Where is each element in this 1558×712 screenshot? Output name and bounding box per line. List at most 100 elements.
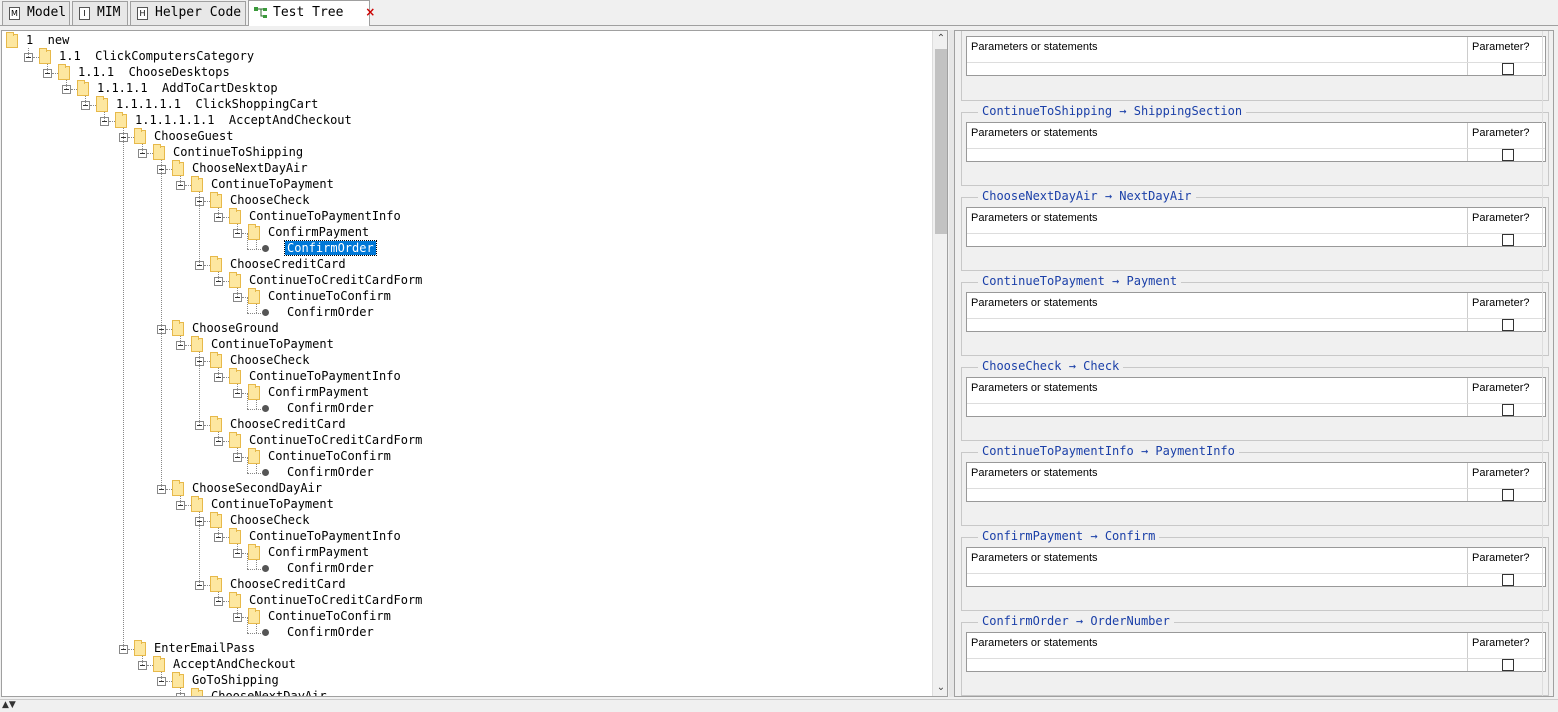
- tree-folder-node[interactable]: AcceptAndCheckout: [2, 656, 922, 672]
- tree-node-label[interactable]: AcceptAndCheckout: [171, 657, 298, 671]
- close-icon[interactable]: ×: [365, 5, 375, 19]
- tree-node-label[interactable]: ChooseCreditCard: [228, 417, 348, 431]
- tree-node-label[interactable]: ConfirmPayment: [266, 545, 371, 559]
- parameters-table[interactable]: Parameters or statements Parameter?: [966, 632, 1546, 672]
- parameters-table[interactable]: Parameters or statements Parameter?: [966, 36, 1546, 76]
- tree-node-label[interactable]: ConfirmOrder: [285, 625, 376, 639]
- tree-folder-node[interactable]: ChooseGuest: [2, 128, 922, 144]
- parameter-checkbox[interactable]: [1502, 489, 1514, 501]
- tree-node-label[interactable]: ChooseCheck: [228, 513, 311, 527]
- tree-folder-node[interactable]: ContinueToCreditCardForm: [2, 592, 922, 608]
- tree-folder-node[interactable]: ContinueToCreditCardForm: [2, 272, 922, 288]
- tree-folder-node[interactable]: 1.1.1.1.1.1 AcceptAndCheckout: [2, 112, 922, 128]
- tree-node-label[interactable]: ConfirmOrder: [285, 305, 376, 319]
- tree-folder-node[interactable]: ChooseCheck: [2, 352, 922, 368]
- parameters-table[interactable]: Parameters or statements Parameter?: [966, 292, 1546, 332]
- tree-folder-node[interactable]: EnterEmailPass: [2, 640, 922, 656]
- tree-node-label[interactable]: ContinueToConfirm: [266, 609, 393, 623]
- tree-folder-node[interactable]: ConfirmPayment: [2, 384, 922, 400]
- tree-leaf-node[interactable]: ConfirmOrder: [2, 394, 922, 416]
- tree-folder-node[interactable]: ConfirmPayment: [2, 544, 922, 560]
- tree-node-label[interactable]: ContinueToPaymentInfo: [247, 369, 403, 383]
- tree-node-label[interactable]: ContinueToPayment: [209, 337, 336, 351]
- tree-folder-node[interactable]: ContinueToPaymentInfo: [2, 368, 922, 384]
- tree-node-label[interactable]: ChooseCreditCard: [228, 257, 348, 271]
- tree-node-label[interactable]: ContinueToCreditCardForm: [247, 273, 424, 287]
- tree-node-label[interactable]: ChooseSecondDayAir: [190, 481, 324, 495]
- tree-folder-node[interactable]: ChooseCheck: [2, 512, 922, 528]
- tree-node-label[interactable]: ConfirmPayment: [266, 225, 371, 239]
- tree-folder-node[interactable]: ContinueToCreditCardForm: [2, 432, 922, 448]
- tree-node-label[interactable]: 1.1.1.1.1 ClickShoppingCart: [114, 97, 320, 111]
- tree-folder-node[interactable]: ChooseNextDayAir: [2, 688, 922, 696]
- parameter-checkbox[interactable]: [1502, 234, 1514, 246]
- test-tree[interactable]: 1 new 1.1 ClickComputersCategory 1.1.1 Cho…: [2, 31, 932, 696]
- resize-arrows-icon[interactable]: ▲▼: [2, 700, 16, 710]
- tree-folder-node[interactable]: 1.1.1.1 AddToCartDesktop: [2, 80, 922, 96]
- tree-folder-node[interactable]: 1.1.1 ChooseDesktops: [2, 64, 922, 80]
- tree-node-label[interactable]: GoToShipping: [190, 673, 281, 687]
- tree-folder-node[interactable]: ContinueToPaymentInfo: [2, 208, 922, 224]
- tree-folder-node[interactable]: ConfirmPayment: [2, 224, 922, 240]
- tree-node-label[interactable]: 1.1.1.1.1.1 AcceptAndCheckout: [133, 113, 354, 127]
- tree-folder-node[interactable]: 1 new: [2, 32, 922, 48]
- tree-folder-node[interactable]: ChooseNextDayAir: [2, 160, 922, 176]
- tree-node-label[interactable]: 1.1 ClickComputersCategory: [57, 49, 256, 63]
- scroll-down-arrow-icon[interactable]: ⌄: [933, 680, 947, 696]
- parameters-table[interactable]: Parameters or statements Parameter?: [966, 547, 1546, 587]
- tree-node-label[interactable]: ChooseCheck: [228, 353, 311, 367]
- tree-node-label[interactable]: 1.1.1.1 AddToCartDesktop: [95, 81, 280, 95]
- parameters-table[interactable]: Parameters or statements Parameter?: [966, 207, 1546, 247]
- tree-leaf-node[interactable]: ConfirmOrder: [2, 458, 922, 480]
- tree-node-label[interactable]: ChooseCheck: [228, 193, 311, 207]
- parameter-checkbox[interactable]: [1502, 574, 1514, 586]
- parameter-checkbox[interactable]: [1502, 63, 1514, 75]
- parameters-table[interactable]: Parameters or statements Parameter?: [966, 377, 1546, 417]
- tree-node-label[interactable]: ChooseNextDayAir: [209, 689, 329, 696]
- tree-folder-node[interactable]: GoToShipping: [2, 672, 922, 688]
- tree-node-label[interactable]: ConfirmPayment: [266, 385, 371, 399]
- tree-folder-node[interactable]: 1.1.1.1.1 ClickShoppingCart: [2, 96, 922, 112]
- tree-node-label[interactable]: ContinueToConfirm: [266, 289, 393, 303]
- tree-folder-node[interactable]: ChooseGround: [2, 320, 922, 336]
- tree-folder-node[interactable]: ChooseCreditCard: [2, 416, 922, 432]
- tree-node-label[interactable]: ChooseNextDayAir: [190, 161, 310, 175]
- tree-leaf-node[interactable]: ConfirmOrder: [2, 618, 922, 640]
- tree-folder-node[interactable]: ChooseSecondDayAir: [2, 480, 922, 496]
- scroll-thumb[interactable]: [935, 49, 947, 234]
- tree-node-label[interactable]: ContinueToShipping: [171, 145, 305, 159]
- tree-folder-node[interactable]: ContinueToPayment: [2, 176, 922, 192]
- tree-node-label[interactable]: EnterEmailPass: [152, 641, 257, 655]
- tree-folder-node[interactable]: ContinueToPayment: [2, 496, 922, 512]
- parameter-checkbox[interactable]: [1502, 149, 1514, 161]
- tree-leaf-node[interactable]: ConfirmOrder: [2, 554, 922, 576]
- tree-folder-node[interactable]: ContinueToConfirm: [2, 608, 922, 624]
- tree-node-label[interactable]: ChooseGuest: [152, 129, 235, 143]
- tree-node-label[interactable]: ContinueToPayment: [209, 177, 336, 191]
- tree-node-label[interactable]: ContinueToCreditCardForm: [247, 593, 424, 607]
- selected-node-label[interactable]: ConfirmOrder: [284, 240, 377, 256]
- tab-model[interactable]: M Model: [2, 1, 70, 25]
- tree-node-label[interactable]: 1.1.1 ChooseDesktops: [76, 65, 232, 79]
- tree-node-label[interactable]: 1 new: [24, 33, 71, 47]
- tree-node-label[interactable]: ConfirmOrder: [285, 401, 376, 415]
- tree-leaf-node[interactable]: ConfirmOrder: [2, 298, 922, 320]
- parameter-checkbox[interactable]: [1502, 319, 1514, 331]
- parameter-checkbox[interactable]: [1502, 404, 1514, 416]
- tree-folder-node[interactable]: ContinueToConfirm: [2, 448, 922, 464]
- tree-node-label[interactable]: ChooseGround: [190, 321, 281, 335]
- tab-mim[interactable]: I MIM: [72, 1, 128, 25]
- tree-folder-node[interactable]: ChooseCreditCard: [2, 576, 922, 592]
- tree-folder-node[interactable]: ContinueToPaymentInfo: [2, 528, 922, 544]
- tab-test-tree[interactable]: Test Tree ×: [248, 0, 375, 26]
- tree-node-label[interactable]: ConfirmOrder: [285, 561, 376, 575]
- parameter-checkbox[interactable]: [1502, 659, 1514, 671]
- tree-leaf-node[interactable]: ConfirmOrder: [2, 234, 922, 256]
- scroll-up-arrow-icon[interactable]: ⌃: [933, 31, 947, 47]
- details-scrollbar[interactable]: [1542, 31, 1553, 696]
- tree-folder-node[interactable]: 1.1 ClickComputersCategory: [2, 48, 922, 64]
- tree-node-label[interactable]: ContinueToPaymentInfo: [247, 209, 403, 223]
- tree-node-label[interactable]: ContinueToPayment: [209, 497, 336, 511]
- parameters-table[interactable]: Parameters or statements Parameter?: [966, 462, 1546, 502]
- parameters-table[interactable]: Parameters or statements Parameter?: [966, 122, 1546, 162]
